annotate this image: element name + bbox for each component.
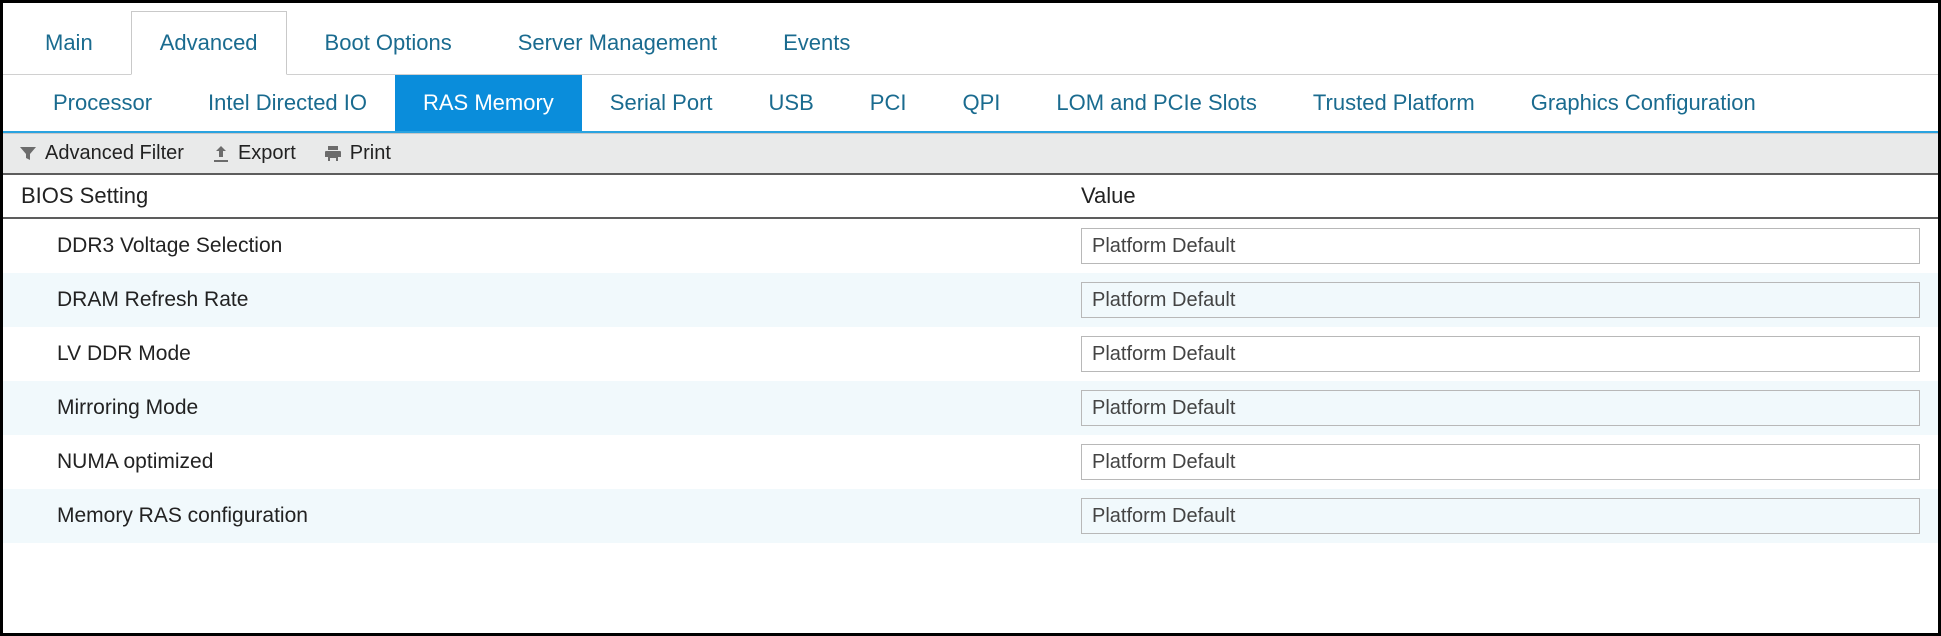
settings-rows: DDR3 Voltage Selection Platform Default … [3,219,1938,543]
table-row: Mirroring Mode Platform Default [3,381,1938,435]
export-icon [212,145,230,163]
subtab-label: Intel Directed IO [208,90,367,116]
table-row: Memory RAS configuration Platform Defaul… [3,489,1938,543]
tab-label: Main [45,30,93,55]
value-select[interactable]: Platform Default [1081,390,1920,426]
value-select[interactable]: Platform Default [1081,282,1920,318]
setting-label: DDR3 Voltage Selection [21,234,1081,258]
value-select[interactable]: Platform Default [1081,444,1920,480]
tool-label: Export [238,142,296,165]
subtab-label: Trusted Platform [1313,90,1475,116]
print-button[interactable]: Print [324,142,391,165]
tab-server-management[interactable]: Server Management [490,12,745,74]
subtab-label: Processor [53,90,152,116]
tab-label: Events [783,30,850,55]
subtab-graphics-configuration[interactable]: Graphics Configuration [1503,75,1784,131]
bios-panel: Main Advanced Boot Options Server Manage… [0,0,1941,636]
tab-main[interactable]: Main [17,12,121,74]
value-text: Platform Default [1092,235,1235,258]
tab-label: Boot Options [325,30,452,55]
subtab-serial-port[interactable]: Serial Port [582,75,741,131]
tool-label: Advanced Filter [45,142,184,165]
advanced-filter-button[interactable]: Advanced Filter [19,142,184,165]
subtab-usb[interactable]: USB [741,75,842,131]
setting-label: Memory RAS configuration [21,504,1081,528]
value-select[interactable]: Platform Default [1081,336,1920,372]
setting-label: DRAM Refresh Rate [21,288,1081,312]
value-text: Platform Default [1092,289,1235,312]
table-row: NUMA optimized Platform Default [3,435,1938,489]
subtab-lom-pcie-slots[interactable]: LOM and PCIe Slots [1028,75,1285,131]
export-button[interactable]: Export [212,142,296,165]
subtab-label: RAS Memory [423,90,554,116]
tool-label: Print [350,142,391,165]
setting-label: LV DDR Mode [21,342,1081,366]
tab-events[interactable]: Events [755,12,878,74]
value-select[interactable]: Platform Default [1081,498,1920,534]
subtab-pci[interactable]: PCI [842,75,935,131]
value-text: Platform Default [1092,343,1235,366]
column-header-setting: BIOS Setting [21,183,1081,209]
subtab-label: PCI [870,90,907,116]
subtab-qpi[interactable]: QPI [934,75,1028,131]
subtab-label: LOM and PCIe Slots [1056,90,1257,116]
value-text: Platform Default [1092,505,1235,528]
value-text: Platform Default [1092,451,1235,474]
secondary-tabs: Processor Intel Directed IO RAS Memory S… [3,75,1938,133]
subtab-ras-memory[interactable]: RAS Memory [395,75,582,131]
toolbar: Advanced Filter Export Print [3,133,1938,175]
subtab-label: QPI [962,90,1000,116]
print-icon [324,145,342,163]
tab-boot-options[interactable]: Boot Options [297,12,480,74]
subtab-label: USB [769,90,814,116]
value-text: Platform Default [1092,397,1235,420]
filter-icon [19,145,37,163]
setting-label: NUMA optimized [21,450,1081,474]
value-select[interactable]: Platform Default [1081,228,1920,264]
table-header: BIOS Setting Value [3,175,1938,219]
subtab-intel-directed-io[interactable]: Intel Directed IO [180,75,395,131]
table-row: DDR3 Voltage Selection Platform Default [3,219,1938,273]
column-header-value: Value [1081,183,1920,209]
table-row: LV DDR Mode Platform Default [3,327,1938,381]
subtab-label: Graphics Configuration [1531,90,1756,116]
setting-label: Mirroring Mode [21,396,1081,420]
tab-label: Server Management [518,30,717,55]
subtab-label: Serial Port [610,90,713,116]
tab-label: Advanced [160,30,258,55]
table-row: DRAM Refresh Rate Platform Default [3,273,1938,327]
subtab-trusted-platform[interactable]: Trusted Platform [1285,75,1503,131]
tab-advanced[interactable]: Advanced [131,11,287,75]
primary-tabs: Main Advanced Boot Options Server Manage… [3,3,1938,75]
subtab-processor[interactable]: Processor [25,75,180,131]
